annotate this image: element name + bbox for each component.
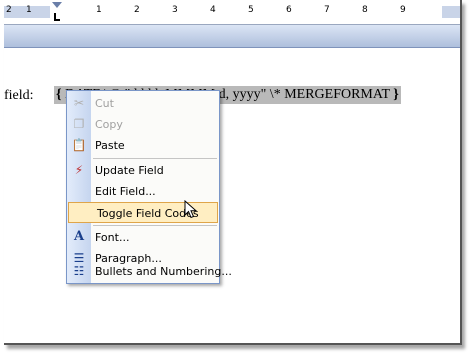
- copy-icon: ❐: [73, 117, 85, 131]
- clipboard-icon: 📋: [71, 138, 87, 152]
- menu-item-paste[interactable]: 📋 Paste: [67, 135, 219, 156]
- menu-item-bullets-numbering[interactable]: ☷ Bullets and Numbering...: [67, 261, 232, 282]
- menu-item-label: Update Field: [95, 164, 164, 177]
- mouse-pointer-icon: [184, 200, 198, 219]
- menu-item-update-field[interactable]: ⚡ Update Field: [67, 160, 219, 181]
- menu-item-label: Font...: [95, 231, 130, 244]
- context-menu: ✂ Cut ❐ Copy 📋 Paste ⚡ Update Field Edit…: [66, 90, 232, 284]
- ruler-number: 2: [6, 5, 12, 15]
- menu-separator: [93, 158, 217, 159]
- field-label: field:: [4, 88, 34, 103]
- field-close-brace: }: [393, 87, 399, 102]
- ruler-number: 1: [96, 5, 102, 15]
- ruler-number: 2: [134, 5, 140, 15]
- first-line-indent-marker[interactable]: [52, 2, 62, 8]
- update-field-icon: ⚡: [74, 163, 84, 177]
- menu-item-label: Bullets and Numbering...: [95, 265, 232, 278]
- menu-item-label: Cut: [95, 97, 114, 110]
- word-window: 2 1 1 2 3 4 5 6 7 8 9 field: { DATE \@ "…: [4, 0, 462, 345]
- menu-item-cut[interactable]: ✂ Cut: [67, 93, 219, 114]
- ruler-number: 5: [248, 5, 254, 15]
- ruler-number: 3: [172, 5, 178, 15]
- menu-item-label: Edit Field...: [95, 185, 156, 198]
- bullets-icon: ☷: [73, 264, 85, 278]
- ruler-number: 6: [286, 5, 292, 15]
- scissors-icon: ✂: [73, 96, 85, 110]
- left-tab-marker[interactable]: [54, 13, 60, 21]
- menu-item-copy[interactable]: ❐ Copy: [67, 114, 219, 135]
- ruler-number: 8: [362, 5, 368, 15]
- ruler-number: 1: [26, 5, 32, 15]
- toolbar-band: [4, 25, 460, 48]
- menu-separator: [93, 225, 217, 226]
- menu-item-font[interactable]: A Font...: [67, 227, 219, 248]
- menu-item-label: Copy: [95, 118, 123, 131]
- menu-item-edit-field[interactable]: Edit Field...: [67, 181, 219, 202]
- ruler-number: 4: [210, 5, 216, 15]
- ruler-number: 7: [324, 5, 330, 15]
- ruler-margin-right: [442, 6, 460, 18]
- font-A-icon: A: [73, 229, 85, 244]
- menu-item-label: Paste: [95, 139, 125, 152]
- field-open-brace: {: [56, 87, 62, 102]
- ruler-number: 9: [400, 5, 406, 15]
- horizontal-ruler[interactable]: 2 1 1 2 3 4 5 6 7 8 9: [4, 0, 460, 25]
